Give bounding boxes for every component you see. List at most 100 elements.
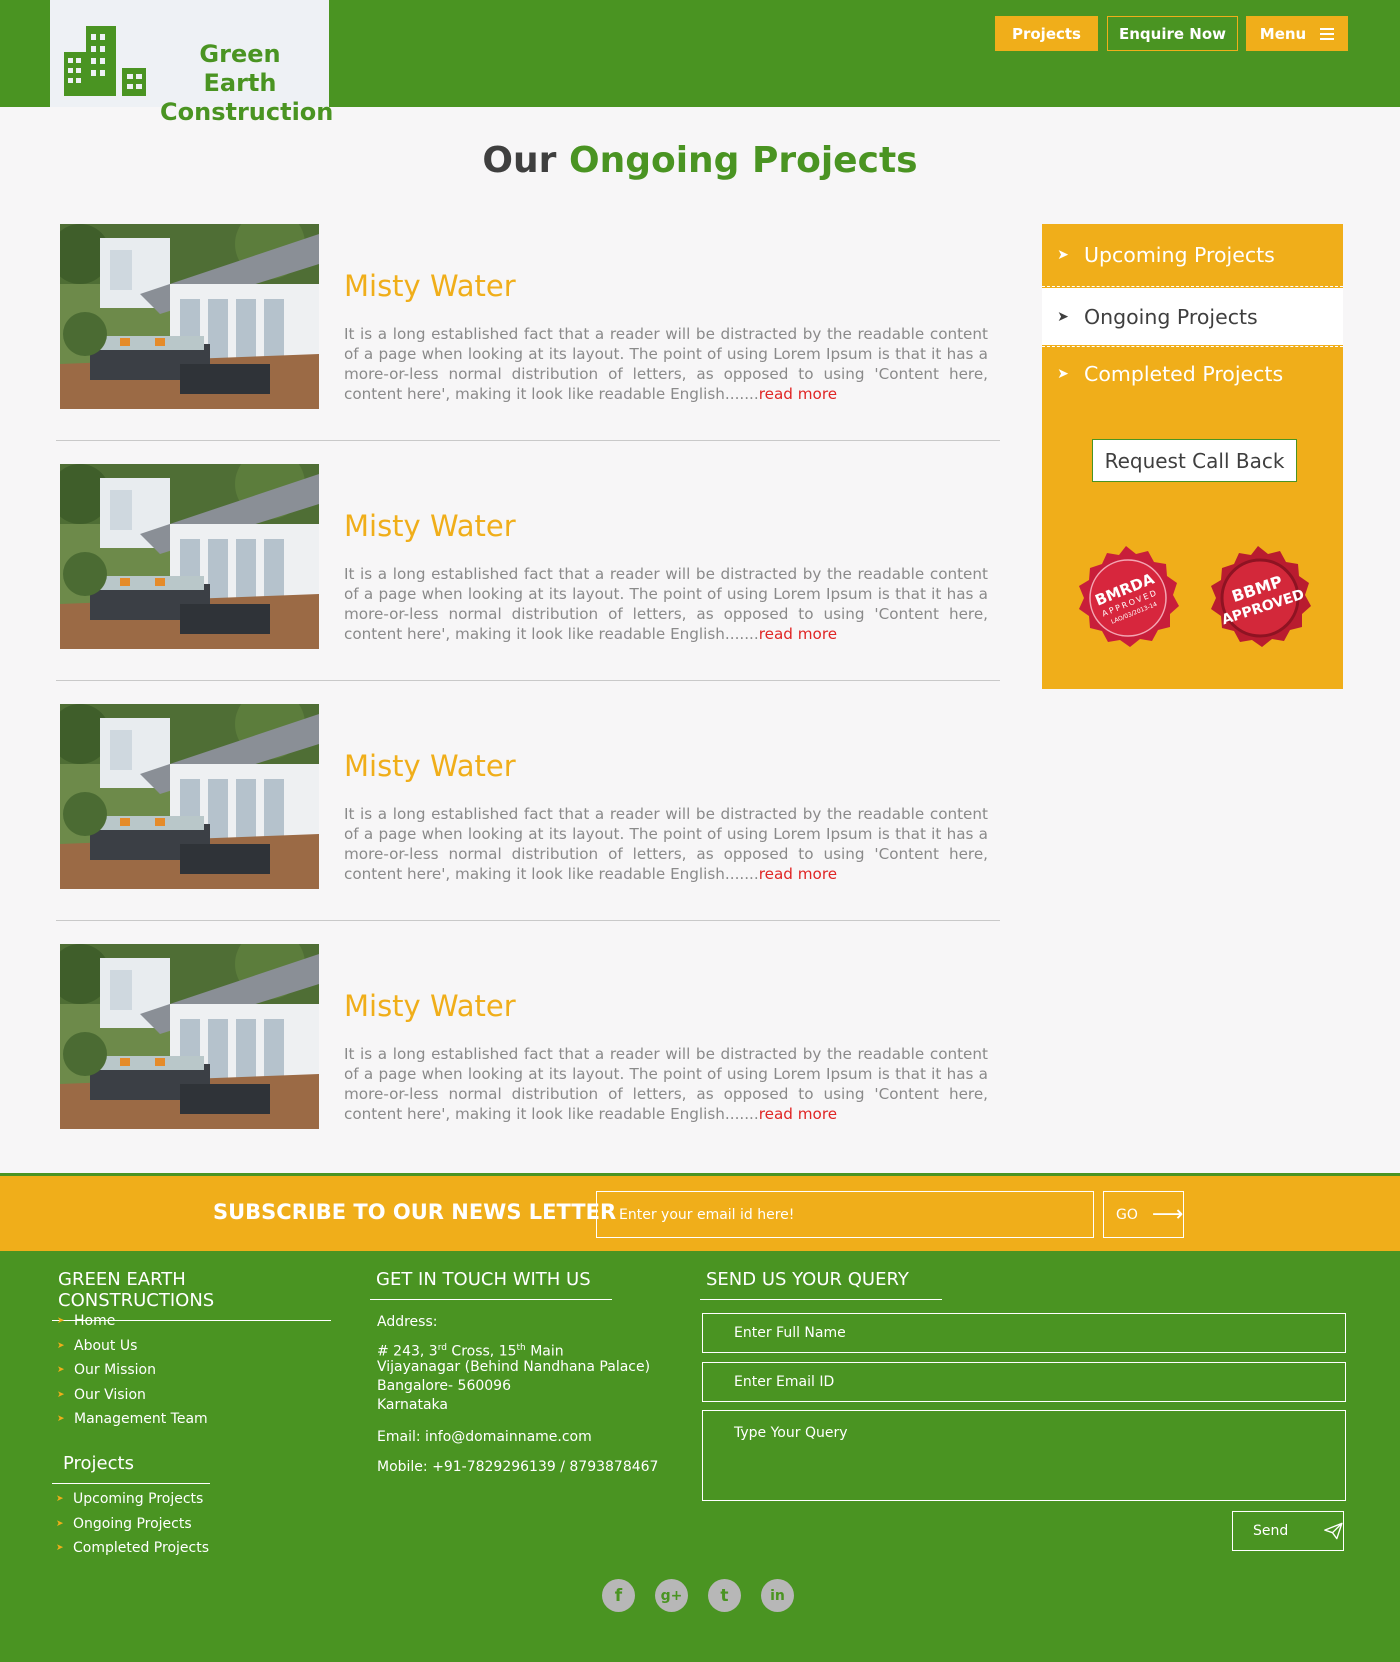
buildings-icon — [64, 26, 146, 96]
newsletter-bar: SUBSCRIBE TO OUR NEWS LETTER GO ⟶ — [0, 1173, 1400, 1251]
footer-projects-heading: Projects — [52, 1453, 210, 1484]
sidebar-item-upcoming[interactable]: ➤ Upcoming Projects — [1042, 224, 1343, 287]
read-more-link[interactable]: read more — [759, 385, 837, 403]
project-title[interactable]: Misty Water — [344, 509, 516, 543]
hamburger-icon — [1320, 25, 1335, 43]
footer-link-vision[interactable]: ➤ Our Vision — [57, 1383, 208, 1408]
logo-line2: Construction — [160, 98, 334, 126]
query-textarea[interactable] — [702, 1410, 1346, 1501]
request-callback-button[interactable]: Request Call Back — [1092, 439, 1297, 482]
facebook-icon[interactable]: f — [602, 1579, 635, 1612]
read-more-link[interactable]: read more — [759, 1105, 837, 1123]
arrow-right-icon: ➤ — [1057, 366, 1069, 382]
menu-label: Menu — [1259, 24, 1307, 43]
footer-link-label: Completed Projects — [73, 1540, 210, 1557]
contact-email[interactable]: Email: info@domainname.com — [377, 1428, 592, 1447]
footer-link-upcoming[interactable]: ➤ Upcoming Projects — [56, 1487, 209, 1512]
newsletter-go-button[interactable]: GO ⟶ — [1103, 1191, 1184, 1238]
project-card: Misty Water It is a long established fac… — [56, 464, 1000, 681]
address-sup: th — [516, 1343, 526, 1353]
sidebar-item-ongoing[interactable]: ➤ Ongoing Projects — [1042, 288, 1343, 345]
footer-project-links: ➤ Upcoming Projects ➤ Ongoing Projects ➤ Co… — [56, 1487, 209, 1561]
footer-link-label: Upcoming Projects — [73, 1491, 204, 1508]
read-more-link[interactable]: read more — [759, 865, 837, 883]
send-label: Send — [1253, 1523, 1289, 1539]
bullet-icon: ➤ — [57, 1414, 65, 1425]
address-label: Address: — [377, 1314, 438, 1330]
sidebar-item-completed[interactable]: ➤ Completed Projects — [1042, 346, 1343, 401]
project-card: Misty Water It is a long established fac… — [56, 224, 1000, 441]
project-desc-text: It is a long established fact that a rea… — [344, 325, 988, 403]
full-name-field[interactable] — [702, 1313, 1346, 1353]
contact-mobile[interactable]: Mobile: +91-7829296139 / 8793878467 — [377, 1458, 658, 1477]
footer-link-mission[interactable]: ➤ Our Mission — [57, 1358, 208, 1383]
send-button[interactable]: Send — [1232, 1511, 1344, 1551]
arrow-right-icon: ➤ — [1057, 247, 1069, 263]
project-desc-text: It is a long established fact that a rea… — [344, 1045, 988, 1123]
address-line4: Karnataka — [377, 1397, 448, 1413]
footer-link-label: Our Mission — [74, 1362, 156, 1379]
paper-plane-icon — [1324, 1522, 1343, 1540]
nav-menu-button[interactable]: Menu — [1246, 16, 1348, 51]
footer-query-heading: SEND US YOUR QUERY — [700, 1269, 942, 1300]
bbmp-approved-seal: BBMP APPROVED — [1211, 546, 1311, 647]
project-image[interactable] — [60, 464, 319, 649]
newsletter-email-input[interactable] — [596, 1191, 1094, 1238]
project-description: It is a long established fact that a rea… — [344, 564, 988, 644]
nav-enquire-button[interactable]: Enquire Now — [1107, 16, 1238, 51]
bullet-icon: ➤ — [57, 1316, 65, 1327]
arrow-right-icon: ⟶ — [1151, 1202, 1184, 1227]
footer-link-label: Ongoing Projects — [73, 1515, 192, 1532]
project-title[interactable]: Misty Water — [344, 269, 516, 303]
divider — [56, 440, 1000, 441]
bullet-icon: ➤ — [57, 1365, 65, 1376]
sidebar-item-label: Upcoming Projects — [1084, 243, 1275, 267]
divider — [56, 680, 1000, 681]
arrow-right-icon: ➤ — [1057, 308, 1069, 325]
project-card: Misty Water It is a long established fac… — [56, 704, 1000, 921]
page-title: Our Ongoing Projects — [0, 140, 1400, 181]
logo-line1: Green Earth — [199, 40, 281, 97]
page-title-prefix: Our — [482, 140, 557, 181]
project-title[interactable]: Misty Water — [344, 989, 516, 1023]
sidebar-item-label: Completed Projects — [1084, 362, 1284, 386]
footer-company-links: ➤ Home ➤ About Us ➤ Our Mission ➤ Our Vision… — [57, 1309, 208, 1432]
footer-link-label: Management Team — [74, 1411, 208, 1428]
project-image[interactable] — [60, 224, 319, 409]
project-image[interactable] — [60, 704, 319, 889]
divider — [56, 920, 1000, 921]
bullet-icon: ➤ — [56, 1494, 64, 1505]
linkedin-icon[interactable]: in — [761, 1579, 794, 1612]
footer-contact-heading: GET IN TOUCH WITH US — [370, 1269, 612, 1300]
footer-link-label: About Us — [74, 1337, 138, 1354]
address-line3: Bangalore- 560096 — [377, 1378, 511, 1394]
footer-link-label: Our Vision — [74, 1386, 146, 1403]
address-line2: Vijayanagar (Behind Nandhana Palace) — [377, 1359, 651, 1375]
project-description: It is a long established fact that a rea… — [344, 1044, 988, 1124]
project-image[interactable] — [60, 944, 319, 1129]
email-field[interactable] — [702, 1362, 1346, 1402]
sidebar-item-label: Ongoing Projects — [1084, 304, 1258, 329]
project-description: It is a long established fact that a rea… — [344, 324, 988, 404]
projects-sidebar: ➤ Upcoming Projects ➤ Ongoing Projects ➤… — [1042, 224, 1343, 689]
read-more-link[interactable]: read more — [759, 625, 837, 643]
bullet-icon: ➤ — [56, 1543, 64, 1554]
twitter-icon[interactable]: t — [708, 1579, 741, 1612]
footer-link-completed[interactable]: ➤ Completed Projects — [56, 1536, 209, 1561]
site-logo[interactable]: Green Earth Construction — [50, 0, 333, 126]
nav-projects-button[interactable]: Projects — [995, 16, 1098, 51]
site-header: Green Earth Construction Projects Enquir… — [0, 0, 1400, 126]
footer-link-ongoing[interactable]: ➤ Ongoing Projects — [56, 1512, 209, 1537]
footer-link-about[interactable]: ➤ About Us — [57, 1334, 208, 1359]
newsletter-title: SUBSCRIBE TO OUR NEWS LETTER — [213, 1200, 617, 1224]
footer-link-home[interactable]: ➤ Home — [57, 1309, 208, 1334]
site-footer: GREEN EARTH CONSTRUCTIONS ➤ Home ➤ About U… — [0, 1251, 1400, 1662]
address-sup: rd — [437, 1343, 447, 1353]
project-card: Misty Water It is a long established fac… — [56, 944, 1000, 1161]
bullet-icon: ➤ — [57, 1340, 65, 1351]
project-title[interactable]: Misty Water — [344, 749, 516, 783]
footer-link-label: Home — [74, 1313, 116, 1330]
footer-link-management[interactable]: ➤ Management Team — [57, 1407, 208, 1432]
google-plus-icon[interactable]: g+ — [655, 1579, 688, 1612]
project-desc-text: It is a long established fact that a rea… — [344, 565, 988, 643]
